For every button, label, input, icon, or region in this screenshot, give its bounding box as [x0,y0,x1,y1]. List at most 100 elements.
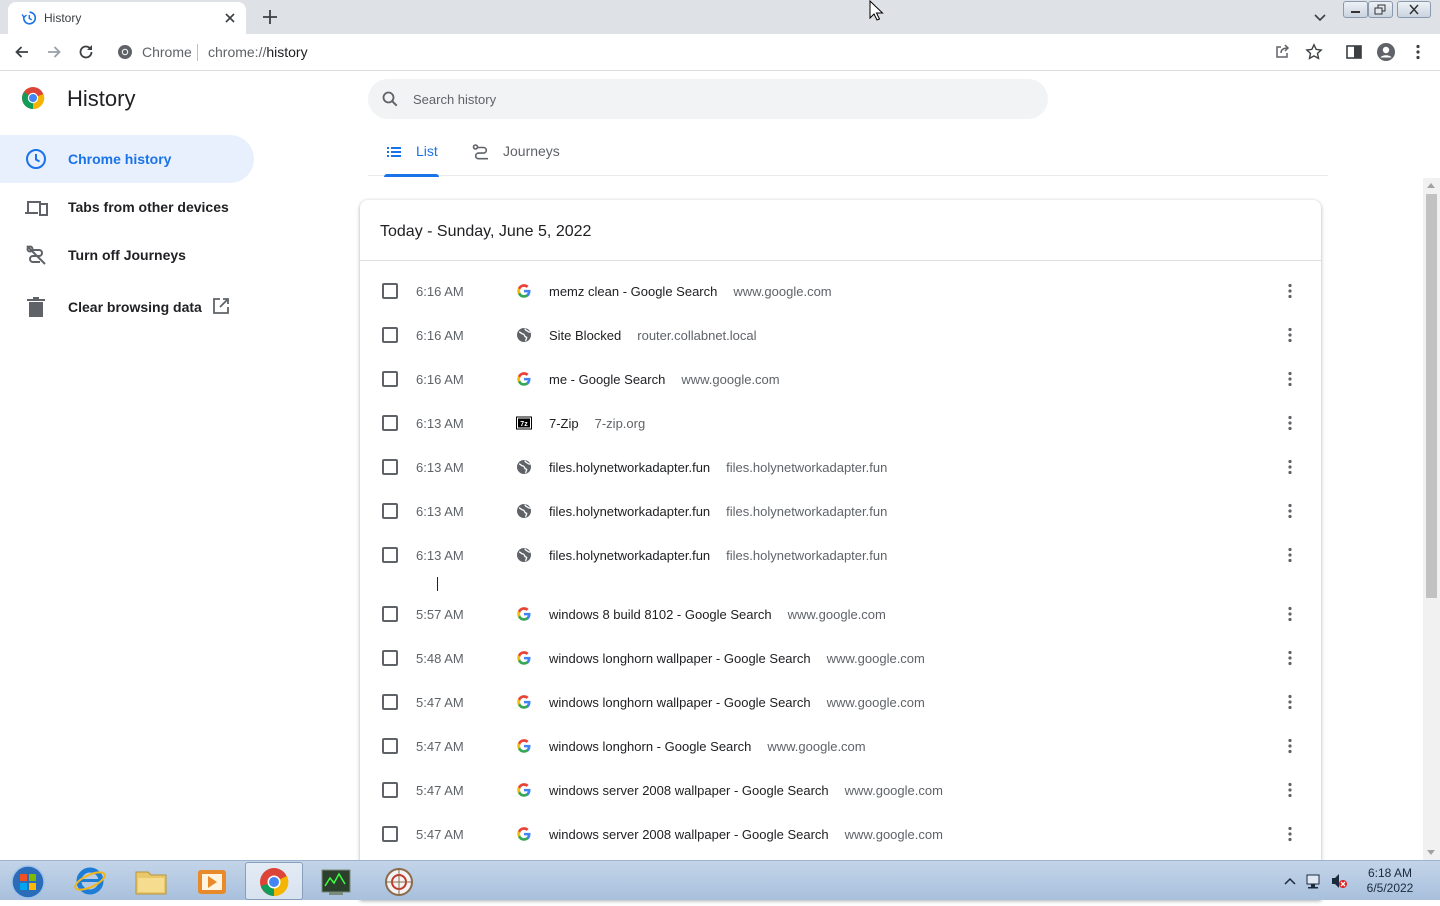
history-entry-row[interactable]: 6:13 AM files.holynetworkadapter.fun files… [360,489,1321,533]
entry-checkbox[interactable] [382,694,398,710]
entry-checkbox[interactable] [382,606,398,622]
address-bar[interactable]: Chrome chrome://history [110,37,1336,67]
history-entry-row[interactable]: 6:13 AM files.holynetworkadapter.fun files… [360,445,1321,489]
history-entry-row[interactable]: 5:47 AM windows longhorn - Google Search w… [360,724,1321,768]
scrollbar-thumb[interactable] [1426,194,1437,598]
more-actions-icon[interactable] [1280,457,1300,477]
page-scrollbar[interactable] [1423,178,1440,860]
entry-checkbox[interactable] [382,327,398,343]
more-actions-icon[interactable] [1280,281,1300,301]
entry-title[interactable]: windows server 2008 wallpaper - Google S… [549,783,829,798]
more-actions-icon[interactable] [1280,325,1300,345]
taskbar-chrome[interactable] [245,862,303,900]
more-actions-icon[interactable] [1280,501,1300,521]
history-entry-row[interactable]: 5:47 AM windows server 2008 wallpaper - G… [360,812,1321,856]
history-entry-row[interactable]: 6:16 AM me - Google Search www.google.com [360,357,1321,401]
network-icon[interactable] [1305,872,1323,890]
entry-link[interactable]: windows 8 build 8102 - Google Search www.… [549,607,886,622]
share-icon[interactable] [1272,42,1292,62]
sidebar-item-turn-off-journeys[interactable]: Turn off Journeys [0,231,254,279]
history-entry-row[interactable]: 5:57 AM windows 8 build 8102 - Google Sea… [360,592,1321,636]
entry-checkbox[interactable] [382,283,398,299]
entry-link[interactable]: windows longhorn wallpaper - Google Sear… [549,695,925,710]
more-actions-icon[interactable] [1280,824,1300,844]
entry-link[interactable]: files.holynetworkadapter.fun files.holyne… [549,548,887,563]
forward-icon[interactable] [44,42,64,62]
entry-checkbox[interactable] [382,415,398,431]
profile-avatar-icon[interactable] [1376,42,1396,62]
taskbar-task-manager[interactable] [307,862,365,900]
scroll-up-arrow-icon[interactable] [1427,183,1435,188]
entry-link[interactable]: Site Blocked router.collabnet.local [549,328,757,343]
more-actions-icon[interactable] [1280,413,1300,433]
sidebar-item-clear-browsing-data[interactable]: Clear browsing data [0,283,254,331]
entry-title[interactable]: files.holynetworkadapter.fun [549,504,710,519]
search-history-field[interactable] [368,79,1048,119]
restore-button[interactable] [1368,1,1393,18]
entry-title[interactable]: windows longhorn wallpaper - Google Sear… [549,695,811,710]
bookmark-star-icon[interactable] [1304,42,1324,62]
history-entry-row[interactable]: 6:13 AM files.holynetworkadapter.fun files… [360,533,1321,577]
system-clock[interactable]: 6:18 AM 6/5/2022 [1352,866,1428,896]
sidebar-item-chrome-history[interactable]: Chrome history [0,135,254,183]
history-entry-row[interactable]: 5:48 AM windows longhorn wallpaper - Goog… [360,636,1321,680]
more-actions-icon[interactable] [1280,736,1300,756]
menu-kebab-icon[interactable] [1408,42,1428,62]
entry-link[interactable]: me - Google Search www.google.com [549,372,780,387]
entry-link[interactable]: windows longhorn wallpaper - Google Sear… [549,651,925,666]
more-actions-icon[interactable] [1280,692,1300,712]
entry-link[interactable]: windows server 2008 wallpaper - Google S… [549,783,943,798]
entry-link[interactable]: windows server 2008 wallpaper - Google S… [549,827,943,842]
more-actions-icon[interactable] [1280,369,1300,389]
history-entry-row[interactable]: 6:16 AM memz clean - Google Search www.goo… [360,269,1321,313]
entry-link[interactable]: files.holynetworkadapter.fun files.holyne… [549,460,887,475]
close-tab-icon[interactable] [220,8,240,28]
history-entry-row[interactable]: 6:13 AM 7z 7-Zip 7-zip.org [360,401,1321,445]
start-button[interactable] [0,862,58,900]
search-input[interactable] [413,89,1013,109]
more-actions-icon[interactable] [1280,780,1300,800]
history-entry-row[interactable]: 6:16 AM Site Blocked router.collabnet.loca… [360,313,1321,357]
show-hidden-icons-icon[interactable] [1283,876,1297,886]
new-tab-icon[interactable] [259,6,281,28]
minimize-button[interactable] [1343,1,1368,18]
entry-title[interactable]: windows 8 build 8102 - Google Search [549,607,772,622]
history-entry-row[interactable]: 5:47 AM windows longhorn wallpaper - Goog… [360,680,1321,724]
scroll-down-arrow-icon[interactable] [1427,850,1435,855]
entry-checkbox[interactable] [382,826,398,842]
entry-checkbox[interactable] [382,503,398,519]
taskbar-internet-explorer[interactable] [61,862,119,900]
taskbar-app[interactable] [369,862,427,900]
entry-checkbox[interactable] [382,782,398,798]
entry-checkbox[interactable] [382,371,398,387]
tab-list[interactable]: List [368,130,458,177]
entry-title[interactable]: 7-Zip [549,416,579,431]
entry-title[interactable]: Site Blocked [549,328,621,343]
entry-checkbox[interactable] [382,547,398,563]
history-entry-row[interactable]: 5:47 AM windows server 2008 wallpaper - G… [360,768,1321,812]
more-actions-icon[interactable] [1280,545,1300,565]
entry-title[interactable]: files.holynetworkadapter.fun [549,548,710,563]
entry-checkbox[interactable] [382,738,398,754]
reload-icon[interactable] [76,42,96,62]
taskbar-media-player[interactable] [183,862,241,900]
browser-tab-history[interactable]: History [8,2,246,34]
entry-title[interactable]: files.holynetworkadapter.fun [549,460,710,475]
close-window-button[interactable] [1397,1,1431,18]
entry-title[interactable]: me - Google Search [549,372,665,387]
entry-link[interactable]: 7-Zip 7-zip.org [549,416,645,431]
more-actions-icon[interactable] [1280,604,1300,624]
entry-link[interactable]: windows longhorn - Google Search www.goog… [549,739,866,754]
url-text[interactable]: chrome://history [208,44,308,60]
more-actions-icon[interactable] [1280,648,1300,668]
entry-checkbox[interactable] [382,650,398,666]
entry-title[interactable]: windows longhorn - Google Search [549,739,751,754]
entry-link[interactable]: memz clean - Google Search www.google.com [549,284,832,299]
entry-title[interactable]: memz clean - Google Search [549,284,717,299]
entry-link[interactable]: files.holynetworkadapter.fun files.holyne… [549,504,887,519]
volume-muted-icon[interactable] [1330,872,1348,890]
side-panel-icon[interactable] [1344,42,1364,62]
entry-title[interactable]: windows server 2008 wallpaper - Google S… [549,827,829,842]
tab-journeys[interactable]: Journeys [468,130,578,176]
back-icon[interactable] [12,42,32,62]
